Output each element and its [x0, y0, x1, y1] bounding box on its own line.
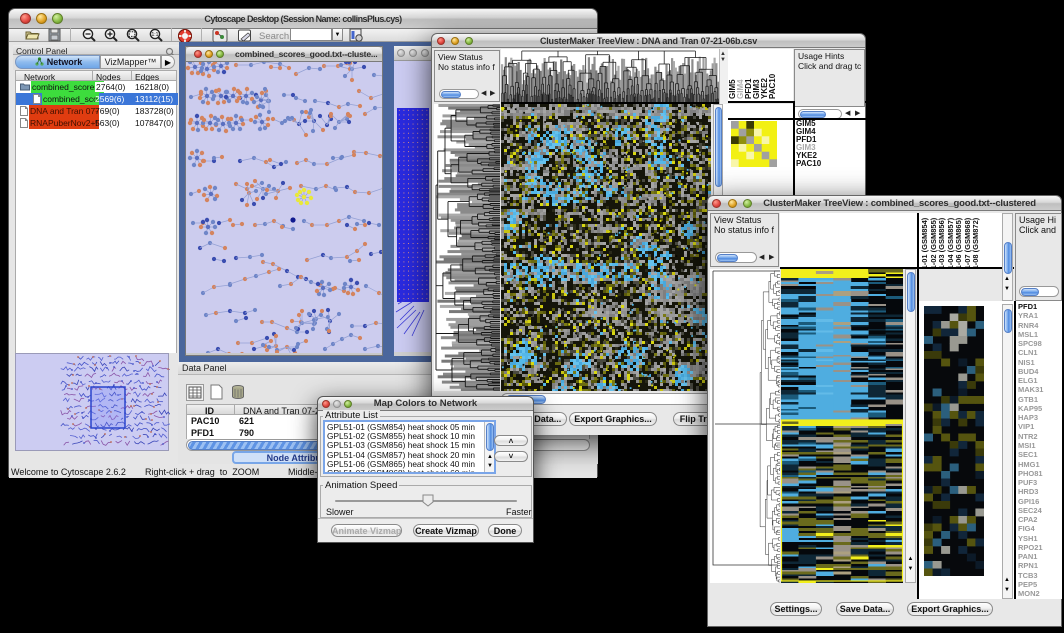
svg-text:PAC10: PAC10 — [768, 73, 777, 99]
svg-text:1:1: 1:1 — [152, 32, 159, 38]
